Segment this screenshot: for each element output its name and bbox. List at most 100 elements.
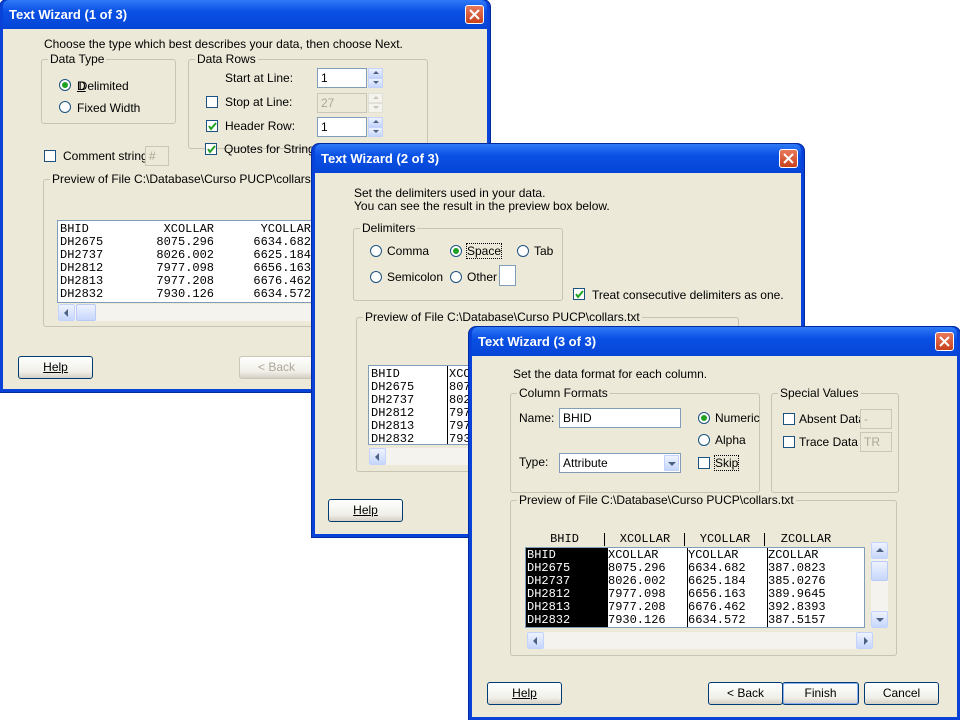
alpha-radio[interactable] <box>698 434 710 446</box>
skip-label: Skip <box>713 455 740 471</box>
trace-data-label: Trace Data <box>799 435 858 449</box>
wizard-3-preview-vscrollbar[interactable] <box>871 542 888 628</box>
wizard-2-instruction-2: You can see the result in the preview bo… <box>354 199 610 213</box>
wizard-3-instruction: Set the data format for each column. <box>513 367 708 381</box>
other-radio[interactable] <box>450 271 462 283</box>
scroll-down-button[interactable] <box>871 611 888 628</box>
column-formats-group: Column Formats Name: BHID Numeric Alpha … <box>510 386 760 493</box>
stop-at-line-spinner[interactable] <box>368 93 383 113</box>
vscroll-thumb[interactable] <box>871 561 888 581</box>
type-select-value: Attribute <box>563 456 608 470</box>
wizard-3-preview-box[interactable]: BHID XCOLLAR YCOLLAR ZCOLLAR DH2675 8075.296 6… <box>525 547 865 628</box>
trace-data-checkbox[interactable] <box>783 436 795 448</box>
tab-label: Tab <box>534 244 554 258</box>
wizard-2-titlebar[interactable]: Text Wizard (2 of 3) <box>315 144 801 173</box>
wizard-3-client: Set the data format for each column. Col… <box>472 356 957 717</box>
comma-radio[interactable] <box>370 245 382 257</box>
consecutive-delimiters-label: Treat consecutive delimiters as one. <box>592 288 784 302</box>
wizard-3-window: Text Wizard (3 of 3) Set the data format… <box>469 327 960 720</box>
column-header-row: BHID XCOLLAR YCOLLAR ZCOLLAR <box>525 532 865 547</box>
comment-string-label: Comment string: <box>63 149 152 163</box>
wizard-2-preview-hscrollbar[interactable] <box>369 448 473 465</box>
semicolon-radio[interactable] <box>370 271 382 283</box>
wizard-1-preview-hscrollbar[interactable] <box>58 304 320 321</box>
stop-at-line-input[interactable]: 27 <box>317 93 367 113</box>
column-header[interactable]: YCOLLAR <box>686 533 765 546</box>
wizard-1-preview-box[interactable]: BHID XCOLLAR YCOLLAR DH2675 8075.296 6634.682… <box>57 220 319 303</box>
scroll-left-button[interactable] <box>58 304 75 321</box>
column-header[interactable]: ZCOLLAR <box>766 533 846 546</box>
wizard-1-titlebar[interactable]: Text Wizard (1 of 3) <box>3 0 487 29</box>
fixed-width-radio[interactable] <box>59 101 71 113</box>
wizard-3-close-button[interactable] <box>935 332 954 351</box>
consecutive-delimiters-checkbox[interactable] <box>573 288 585 300</box>
close-icon <box>939 336 950 347</box>
wizard-1-help-button[interactable]: Help <box>18 356 93 379</box>
hscroll-thumb[interactable] <box>76 304 96 321</box>
column-header[interactable]: BHID <box>525 533 605 546</box>
type-label: Type: <box>519 455 549 469</box>
numeric-radio[interactable] <box>698 412 710 424</box>
wizard-3-finish-button[interactable]: Finish <box>782 682 859 705</box>
skip-checkbox[interactable] <box>698 457 710 469</box>
scroll-up-button[interactable] <box>871 542 888 559</box>
numeric-label: Numeric <box>715 411 760 425</box>
scroll-left-button[interactable] <box>369 448 386 465</box>
delimited-radio[interactable] <box>59 79 71 91</box>
wizard-2-help-button[interactable]: Help <box>328 499 403 522</box>
header-row-input[interactable]: 1 <box>317 117 367 137</box>
absent-data-checkbox[interactable] <box>783 413 795 425</box>
data-type-group: Data Type DDelimited Fixed Width <box>41 52 176 124</box>
table-cell: 7930.126 <box>156 287 214 301</box>
other-delimiter-input[interactable] <box>499 265 516 286</box>
scroll-right-button[interactable] <box>856 632 873 649</box>
name-label: Name: <box>519 411 555 425</box>
column-separator <box>607 548 608 627</box>
stop-at-line-checkbox[interactable] <box>206 96 218 108</box>
wizard-1-preview-label: Preview of File C:\Database\Curso PUCP\c… <box>50 172 329 186</box>
wizard-3-titlebar[interactable]: Text Wizard (3 of 3) <box>472 327 957 356</box>
absent-data-label: Absent Data <box>799 412 866 426</box>
wizard-3-preview-hscrollbar[interactable] <box>527 632 873 649</box>
quotes-for-strings-checkbox[interactable] <box>205 143 217 155</box>
fixed-width-label: Fixed Width <box>77 101 141 115</box>
comma-label: Comma <box>387 244 430 258</box>
scroll-left-button[interactable] <box>527 632 544 649</box>
column-header[interactable]: XCOLLAR <box>606 533 685 546</box>
semicolon-label: Semicolon <box>387 270 444 284</box>
chevron-down-icon[interactable] <box>664 455 679 471</box>
wizard-1-title: Text Wizard (1 of 3) <box>9 7 128 22</box>
table-row: DH2832 7930.126 6634.572 387.5157 <box>526 613 864 627</box>
wizard-1-instruction: Choose the type which best describes you… <box>44 37 403 51</box>
header-row-spinner[interactable] <box>368 117 383 137</box>
comment-string-checkbox[interactable] <box>44 150 56 162</box>
comment-string-input[interactable]: # <box>145 146 169 166</box>
tab-radio[interactable] <box>517 245 529 257</box>
wizard-3-cancel-button[interactable]: Cancel <box>864 682 939 705</box>
trace-data-input[interactable]: TR <box>860 432 892 452</box>
column-name-input[interactable]: BHID <box>559 408 681 428</box>
wizard-2-preview-label: Preview of File C:\Database\Curso PUCP\c… <box>363 310 642 324</box>
header-row-checkbox[interactable] <box>206 120 218 132</box>
checkmark-icon <box>575 290 584 299</box>
space-radio[interactable] <box>450 245 462 257</box>
wizard-3-title: Text Wizard (3 of 3) <box>478 334 597 349</box>
wizard-1-back-button[interactable]: < Back <box>239 356 314 379</box>
absent-data-input[interactable]: - <box>860 409 892 429</box>
wizard-3-preview-label: Preview of File C:\Database\Curso PUCP\c… <box>517 493 796 507</box>
wizard-2-title: Text Wizard (2 of 3) <box>321 151 440 166</box>
table-cell: 387.5157 <box>768 613 826 627</box>
wizard-2-close-button[interactable] <box>779 149 798 168</box>
table-row: DH2832 793 <box>369 433 473 445</box>
wizard-2-preview-box[interactable]: BHID XCO DH2675 807 DH2737 802 DH2812 797 DH2813… <box>368 365 473 445</box>
data-rows-label: Data Rows <box>195 52 258 66</box>
special-values-group: Special Values Absent Data - Trace Data … <box>771 386 899 493</box>
wizard-3-help-button[interactable]: Help <box>487 682 562 705</box>
start-at-line-input[interactable]: 1 <box>317 68 367 88</box>
wizard-1-close-button[interactable] <box>465 5 484 24</box>
start-at-line-spinner[interactable] <box>368 68 383 88</box>
type-select[interactable]: Attribute <box>559 453 681 473</box>
data-type-label: Data Type <box>48 52 107 66</box>
wizard-3-back-button[interactable]: < Back <box>708 682 783 705</box>
other-label: Other <box>467 270 498 284</box>
